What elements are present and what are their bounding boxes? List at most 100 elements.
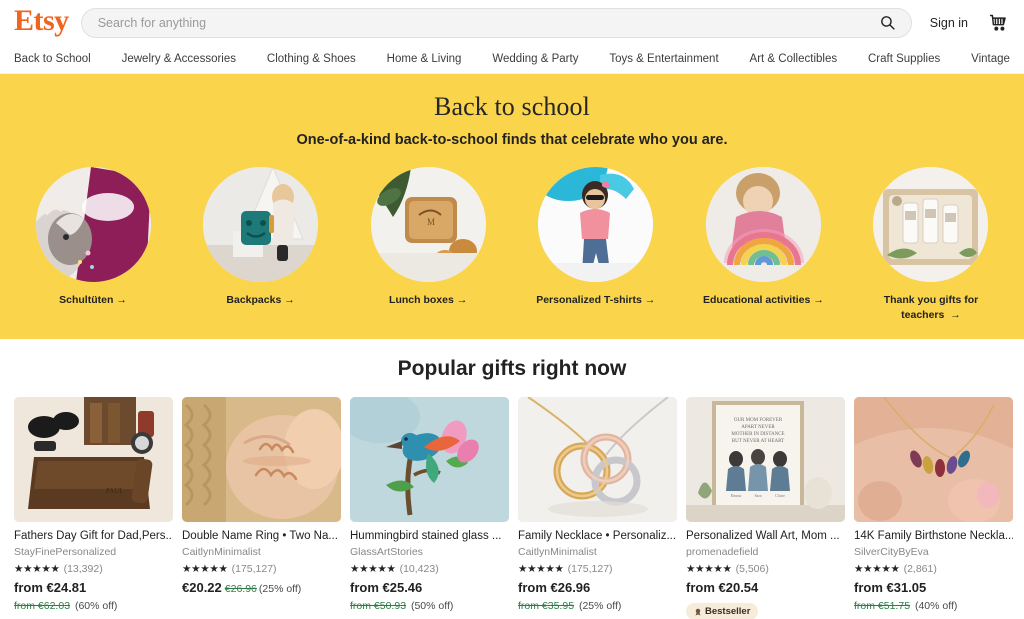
- nav-item-vintage[interactable]: Vintage: [971, 53, 1010, 65]
- banner-category-label: Personalized T-shirts →: [536, 293, 655, 308]
- rating-count: (13,392): [63, 563, 103, 576]
- etsy-logo[interactable]: Etsy: [14, 6, 69, 39]
- rating-count: (10,423): [399, 563, 439, 576]
- banner-category-label: Educational activities →: [703, 293, 824, 308]
- shopping-cart-icon[interactable]: [986, 11, 1010, 35]
- child-with-backpack-photo: [203, 167, 319, 282]
- banner-category-label: Lunch boxes →: [389, 293, 467, 308]
- banner-category-teacher-gifts[interactable]: Thank you gifts for teachers →: [856, 167, 1006, 323]
- nav-item-toys-entertainment[interactable]: Toys & Entertainment: [609, 53, 718, 65]
- birthstone-necklace-photo[interactable]: [854, 397, 1013, 522]
- svg-text:Claire: Claire: [775, 493, 785, 498]
- product-sale-line: from €62.03 (60% off): [14, 600, 173, 614]
- original-price: from €35.95: [518, 599, 575, 612]
- svg-text:PAUL: PAUL: [106, 487, 124, 495]
- product-card[interactable]: 14K Family Birthstone Neckla... SilverCi…: [854, 397, 1013, 619]
- nav-item-art-collectibles[interactable]: Art & Collectibles: [750, 53, 838, 65]
- search-icon[interactable]: [877, 12, 899, 34]
- discount-percent: (50% off): [410, 599, 454, 612]
- leather-wallet-photo[interactable]: PAUL: [14, 397, 173, 522]
- product-sale-line: from €51.75 (40% off): [854, 600, 1013, 614]
- product-rating: ★★★★★ (2,861): [854, 563, 1013, 575]
- svg-text:Sara: Sara: [754, 493, 761, 498]
- badge-label: Bestseller: [705, 605, 751, 617]
- svg-text:APART NEVER: APART NEVER: [741, 425, 775, 430]
- star-rating-icon: ★★★★★: [182, 562, 228, 575]
- product-shop-name: SilverCityByEva: [854, 546, 929, 559]
- category-label-text: Backpacks: [226, 294, 282, 306]
- banner-category-backpacks[interactable]: Backpacks →: [186, 167, 336, 323]
- product-rating: ★★★★★ (175,127): [182, 563, 341, 575]
- product-card[interactable]: Hummingbird stained glass ... GlassArtSt…: [350, 397, 509, 614]
- product-title: Double Name Ring • Two Na...: [182, 530, 338, 542]
- product-rating: ★★★★★ (13,392): [14, 563, 173, 575]
- banner-category-educational-activities[interactable]: Educational activities →: [688, 167, 838, 323]
- product-rating: ★★★★★ (175,127): [518, 563, 677, 575]
- schultuete-cone-photo: [35, 167, 151, 282]
- search-input[interactable]: [97, 15, 877, 30]
- product-card[interactable]: Double Name Ring • Two Na... CaitlynMini…: [182, 397, 341, 597]
- rating-count: (175,127): [567, 563, 613, 576]
- product-shop-name: promenadefield: [686, 546, 759, 559]
- product-sale-line: from €50.93 (50% off): [350, 600, 509, 614]
- category-label-text: Schultüten: [59, 294, 114, 306]
- category-nav: Back to School Jewelry & Accessories Clo…: [0, 45, 1024, 74]
- category-label-text: Lunch boxes: [389, 294, 454, 306]
- product-card[interactable]: OUR MOM FOREVER APART NEVER MOTHER IN DI…: [686, 397, 845, 619]
- popular-gifts-grid: PAUL Fathers Day Gift for Dad,Pers... St…: [0, 397, 1024, 619]
- banner-category-list: Schultüten → Backpacks → M Lunch boxes →…: [0, 167, 1024, 323]
- sign-in-button[interactable]: Sign in: [924, 16, 974, 30]
- product-rating: ★★★★★ (10,423): [350, 563, 509, 575]
- svg-text:M: M: [427, 217, 435, 227]
- personalized-wall-art-photo[interactable]: OUR MOM FOREVER APART NEVER MOTHER IN DI…: [686, 397, 845, 522]
- product-price: from €24.81: [14, 580, 87, 596]
- original-price: from €50.93: [350, 599, 407, 612]
- banner-category-personalized-tshirts[interactable]: Personalized T-shirts →: [521, 167, 671, 323]
- product-rating: ★★★★★ (5,506): [686, 563, 845, 575]
- arrow-right-icon: →: [456, 294, 468, 306]
- product-shop-name: StayFinePersonalized: [14, 546, 117, 559]
- nav-item-craft-supplies[interactable]: Craft Supplies: [868, 53, 940, 65]
- family-ring-necklace-photo[interactable]: [518, 397, 677, 522]
- product-title: Family Necklace • Personaliz...: [518, 530, 677, 542]
- banner-category-label: Thank you gifts for teachers →: [861, 293, 1001, 323]
- banner-category-lunch-boxes[interactable]: M Lunch boxes →: [353, 167, 503, 323]
- svg-text:OUR MOM FOREVER: OUR MOM FOREVER: [734, 418, 783, 423]
- star-rating-icon: ★★★★★: [686, 562, 732, 575]
- product-sale-line: from €35.95 (25% off): [518, 600, 677, 614]
- hummingbird-stained-glass-photo[interactable]: [350, 397, 509, 522]
- discount-percent: (25% off): [578, 599, 622, 612]
- product-card[interactable]: PAUL Fathers Day Gift for Dad,Pers... St…: [14, 397, 173, 614]
- original-price: from €62.03: [14, 599, 71, 612]
- site-header: Etsy Sign in: [0, 0, 1024, 45]
- arrow-right-icon: →: [813, 294, 824, 306]
- nav-item-home-living[interactable]: Home & Living: [387, 53, 462, 65]
- current-price: €20.22: [182, 580, 222, 596]
- category-label-text: Personalized T-shirts: [536, 294, 642, 306]
- rating-count: (5,506): [735, 563, 769, 576]
- discount-percent: (25% off): [258, 583, 302, 596]
- svg-text:BUT NEVER AT HEART: BUT NEVER AT HEART: [732, 439, 784, 444]
- nav-item-jewelry-accessories[interactable]: Jewelry & Accessories: [122, 53, 236, 65]
- banner-category-label: Schultüten →: [59, 293, 127, 308]
- child-with-rainbow-toy-photo: [705, 167, 821, 282]
- nav-item-back-to-school[interactable]: Back to School: [14, 53, 91, 65]
- banner-title: Back to school: [434, 92, 590, 121]
- back-to-school-banner: Back to school One-of-a-kind back-to-sch…: [0, 74, 1024, 339]
- double-name-ring-photo[interactable]: [182, 397, 341, 522]
- teacher-gift-box-photo: [873, 167, 989, 282]
- nav-item-clothing-shoes[interactable]: Clothing & Shoes: [267, 53, 356, 65]
- nav-item-wedding-party[interactable]: Wedding & Party: [492, 53, 578, 65]
- discount-percent: (60% off): [74, 599, 118, 612]
- banner-category-label: Backpacks →: [226, 293, 294, 308]
- product-title: Personalized Wall Art, Mom ...: [686, 530, 840, 542]
- product-card[interactable]: Family Necklace • Personaliz... CaitlynM…: [518, 397, 677, 614]
- medal-icon: [695, 608, 701, 616]
- svg-text:Emma: Emma: [731, 493, 742, 498]
- search-bar[interactable]: [80, 7, 912, 38]
- product-price: from €25.46: [350, 580, 423, 596]
- popular-gifts-title: Popular gifts right now: [397, 357, 627, 380]
- arrow-right-icon: →: [644, 294, 656, 306]
- product-price: from €20.54: [686, 580, 759, 596]
- banner-category-schultueten[interactable]: Schultüten →: [18, 167, 168, 323]
